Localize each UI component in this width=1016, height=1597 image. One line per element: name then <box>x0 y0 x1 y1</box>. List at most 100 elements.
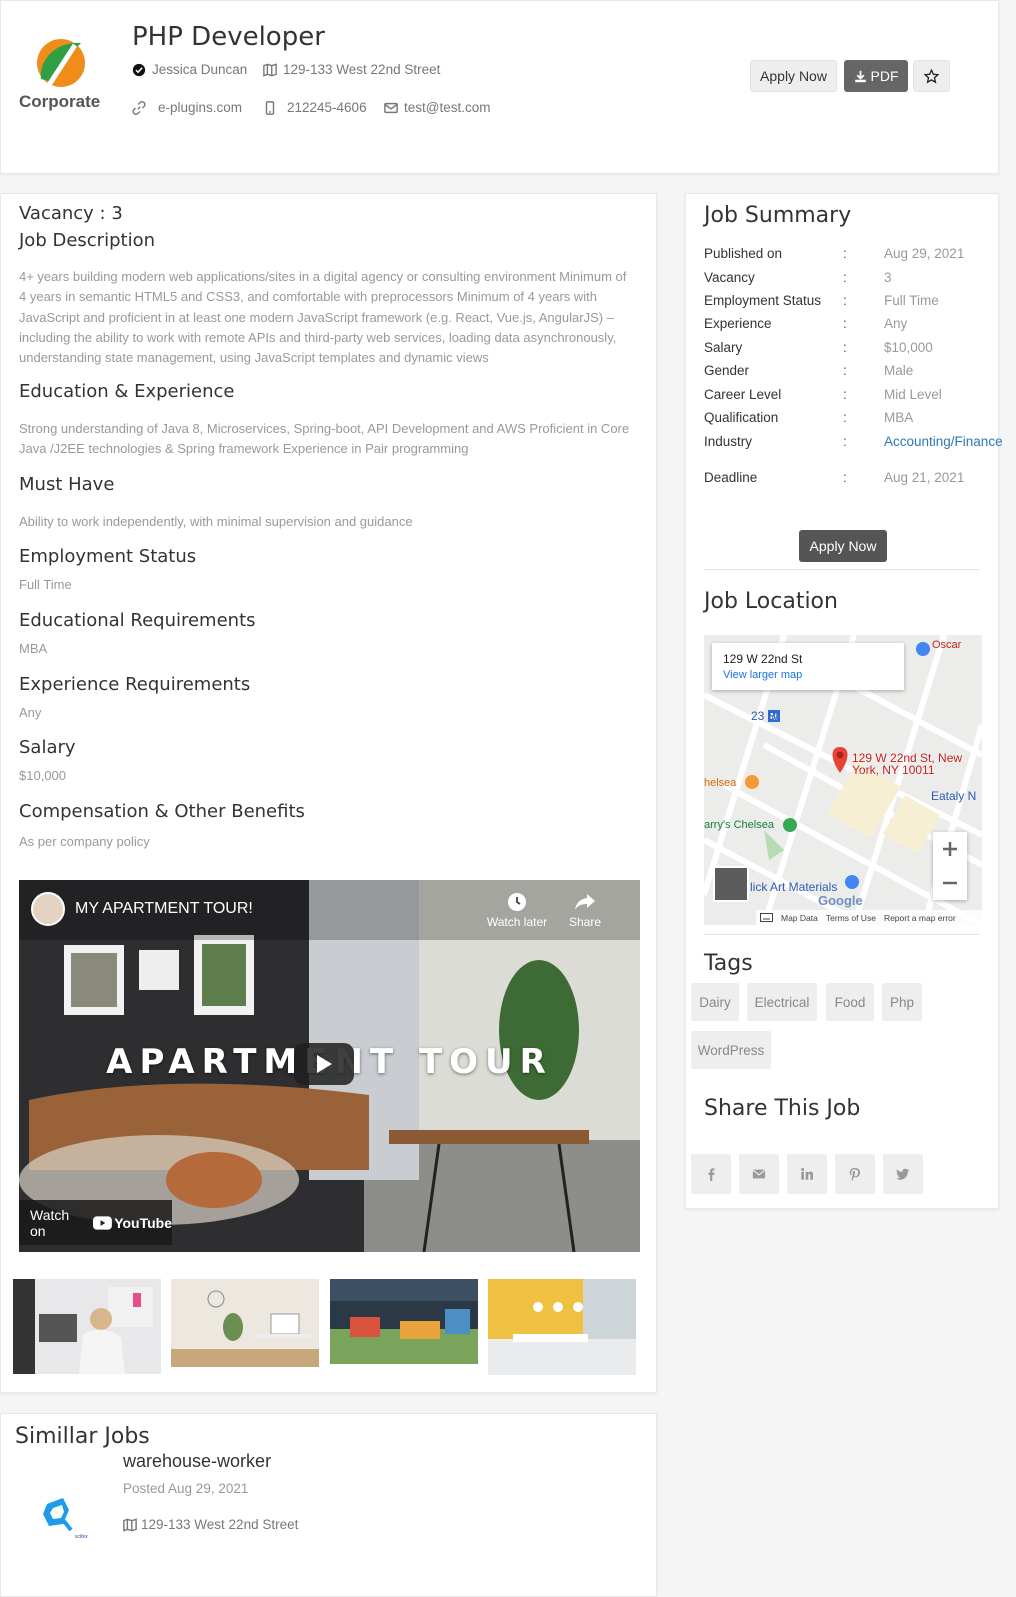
star-icon <box>924 68 939 84</box>
play-icon <box>317 1055 332 1073</box>
bookmark-button[interactable] <box>913 60 950 92</box>
tag-wordpress[interactable]: WordPress <box>691 1031 771 1069</box>
summary-colon: : <box>843 270 847 285</box>
summary-colon: : <box>843 340 847 355</box>
summary-row: Employment Status: Full Time <box>704 293 994 313</box>
summary-value: Male <box>884 363 914 378</box>
salary-heading: Salary <box>19 737 76 758</box>
video-title[interactable]: MY APARTMENT TOUR! <box>75 900 253 918</box>
summary-colon: : <box>843 410 847 425</box>
website-meta[interactable]: e-plugins.com <box>132 100 242 115</box>
summary-colon: : <box>843 246 847 261</box>
job-location-map[interactable]: M 129 W 22nd St View larger map Oscar 23… <box>704 635 982 925</box>
summary-key: Vacancy <box>704 270 755 285</box>
summary-key: Salary <box>704 340 743 355</box>
employment-status-text: Full Time <box>19 577 72 592</box>
video-embed[interactable]: MY APARTMENT TOUR! Watch later Share APA… <box>19 880 640 1252</box>
apply-now-button[interactable]: Apply Now <box>750 60 837 92</box>
share-heading: Share This Job <box>704 1096 861 1121</box>
google-logo: Google <box>818 893 863 908</box>
poi-oscar[interactable]: Oscar <box>932 639 961 651</box>
poi-eataly[interactable]: Eataly N <box>931 789 976 803</box>
share-arrow-icon <box>575 894 595 910</box>
terms-of-use-link[interactable]: Terms of Use <box>826 913 876 923</box>
summary-value: $10,000 <box>884 340 933 355</box>
share-linkedin-button[interactable] <box>787 1154 827 1194</box>
summary-key: Career Level <box>704 387 782 402</box>
zoom-in-button[interactable] <box>933 832 967 866</box>
job-summary-heading: Job Summary <box>704 203 852 228</box>
gallery-image-1[interactable] <box>13 1279 161 1374</box>
summary-colon: : <box>843 470 847 485</box>
similar-job-address-text: 129-133 West 22nd Street <box>141 1517 299 1532</box>
watch-on-youtube-button[interactable]: Watch on YouTube <box>19 1200 172 1245</box>
author-meta[interactable]: Jessica Duncan <box>132 62 247 77</box>
watch-on-label: Watch on <box>30 1206 70 1239</box>
gallery-image-2[interactable] <box>171 1279 319 1367</box>
author-name[interactable]: Jessica Duncan <box>152 62 247 77</box>
zoom-out-button[interactable] <box>933 866 967 900</box>
benefits-heading: Compensation & Other Benefits <box>19 801 305 822</box>
map-pin-label[interactable]: 129 W 22nd St, New York, NY 10011 <box>852 752 962 776</box>
summary-row: Industry: Accounting/Finance <box>704 434 1003 454</box>
summary-row: Gender: Male <box>704 363 994 383</box>
map-zoom-controls <box>933 832 967 900</box>
summary-colon: : <box>843 293 847 308</box>
summary-row: Published on: Aug 29, 2021 <box>704 246 994 266</box>
address-text: 129-133 West 22nd Street <box>283 62 441 77</box>
map-card-address: 129 W 22nd St <box>723 652 803 666</box>
summary-value: Aug 21, 2021 <box>884 470 965 485</box>
share-email-button[interactable] <box>739 1154 779 1194</box>
summary-row-deadline: Deadline : Aug 21, 2021 <box>704 470 994 490</box>
website-link[interactable]: e-plugins.com <box>158 100 242 115</box>
summary-key: Employment Status <box>704 293 822 308</box>
pdf-download-button[interactable]: PDF <box>844 60 908 92</box>
salary-text: $10,000 <box>19 768 66 783</box>
play-button[interactable] <box>294 1043 354 1085</box>
experience-requirements-heading: Experience Requirements <box>19 674 251 695</box>
gallery-image-3[interactable] <box>330 1279 478 1364</box>
link-icon <box>132 100 146 115</box>
benefits-text: As per company policy <box>19 834 150 849</box>
share-pinterest-button[interactable] <box>835 1154 875 1194</box>
sidebar-apply-now-button[interactable]: Apply Now <box>799 530 887 562</box>
phone-meta: 212245-4606 <box>263 100 367 115</box>
poi-chelsea[interactable]: helsea <box>704 777 736 789</box>
summary-row: Salary: $10,000 <box>704 340 994 360</box>
job-summary-sidebar: Job Summary Published on: Aug 29, 2021 Vac… <box>685 193 1003 1209</box>
summary-value: Any <box>884 316 908 331</box>
summary-value[interactable]: Accounting/Finance <box>884 434 1003 449</box>
phone-icon <box>265 100 275 115</box>
gallery-image-4[interactable] <box>488 1279 636 1375</box>
tag-dairy[interactable]: Dairy <box>691 983 739 1021</box>
similar-job-posted: Posted Aug 29, 2021 <box>123 1481 249 1496</box>
email-meta[interactable]: test@test.com <box>384 100 490 115</box>
share-facebook-button[interactable] <box>691 1154 731 1194</box>
similar-job-logo[interactable]: scifex <box>35 1494 95 1542</box>
map-data-label[interactable]: Map Data <box>781 913 818 923</box>
view-larger-map-link[interactable]: View larger map <box>723 669 893 681</box>
tag-php[interactable]: Php <box>882 983 922 1021</box>
tag-electrical[interactable]: Electrical <box>747 983 817 1021</box>
job-description-heading: Job Description <box>19 230 155 251</box>
logo-text: Corporate <box>19 92 100 111</box>
summary-key: Experience <box>704 316 772 331</box>
watch-later-button[interactable]: Watch later <box>485 892 549 929</box>
map-pin-label-line-2: York, NY 10011 <box>852 763 935 777</box>
similar-job-title[interactable]: warehouse-worker <box>123 1451 271 1472</box>
summary-key: Industry <box>704 434 753 449</box>
vacancy-heading: Vacancy : 3 <box>19 203 123 224</box>
poi-barrys[interactable]: arry's Chelsea <box>704 819 774 831</box>
experience-requirements-text: Any <box>19 705 42 720</box>
summary-key: Published on <box>704 246 783 261</box>
tag-food[interactable]: Food <box>826 983 874 1021</box>
download-icon <box>854 70 866 82</box>
share-video-button[interactable]: Share <box>563 892 607 929</box>
poi-23-st[interactable]: 23 St <box>751 709 779 723</box>
email-link[interactable]: test@test.com <box>404 100 490 115</box>
channel-avatar[interactable] <box>31 892 65 926</box>
share-twitter-button[interactable] <box>883 1154 923 1194</box>
report-map-error-link[interactable]: Report a map error <box>884 913 956 923</box>
poi-blick[interactable]: lick Art Materials <box>750 880 837 894</box>
logo-caption: scifex <box>75 1534 88 1540</box>
